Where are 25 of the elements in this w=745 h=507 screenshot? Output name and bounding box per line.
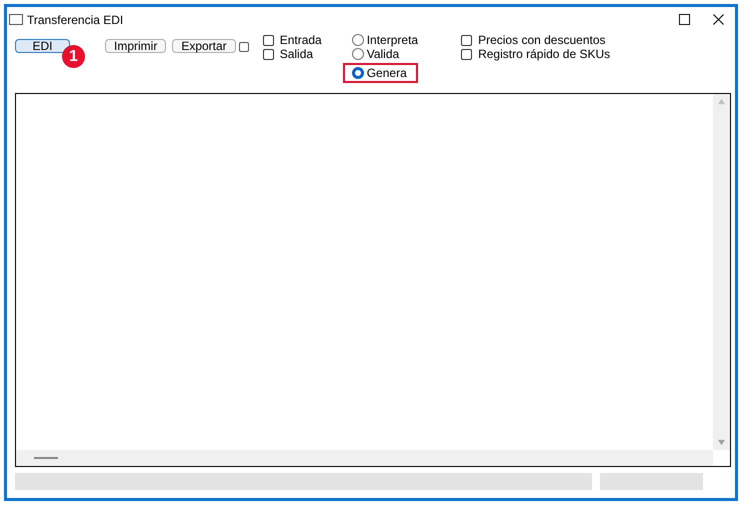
radio-button[interactable] — [352, 67, 364, 79]
checkbox[interactable] — [262, 48, 274, 60]
toolbar-button[interactable]: Imprimir — [105, 39, 166, 53]
toolbar-button[interactable]: EDI — [15, 39, 70, 53]
checkbox-label: Precios con descuentos — [478, 33, 606, 47]
window-icon — [9, 14, 23, 25]
checkbox[interactable] — [262, 34, 274, 46]
radio-label: Valida — [366, 47, 400, 61]
step-badge: 1 — [62, 45, 85, 68]
horizontal-scrollbar[interactable] — [16, 450, 713, 466]
radio-label: Interpreta — [366, 33, 418, 47]
checkbox-label: Registro rápido de SKUs — [478, 47, 610, 61]
close-icon[interactable] — [713, 14, 724, 25]
checkbox[interactable] — [461, 48, 472, 60]
maximize-icon[interactable] — [679, 14, 690, 25]
checkbox[interactable] — [461, 34, 472, 46]
radio-button[interactable] — [352, 34, 364, 46]
checkbox-label: Salida — [280, 47, 314, 61]
scroll-thumb[interactable] — [34, 457, 58, 459]
window-title: Transferencia EDI — [27, 12, 124, 26]
checkbox-label: Entrada — [280, 33, 322, 47]
toolbar-button[interactable]: Exportar — [172, 39, 236, 53]
radio-button[interactable] — [352, 48, 364, 60]
checkbox[interactable] — [238, 42, 249, 52]
radio-label: Genera — [366, 66, 407, 80]
